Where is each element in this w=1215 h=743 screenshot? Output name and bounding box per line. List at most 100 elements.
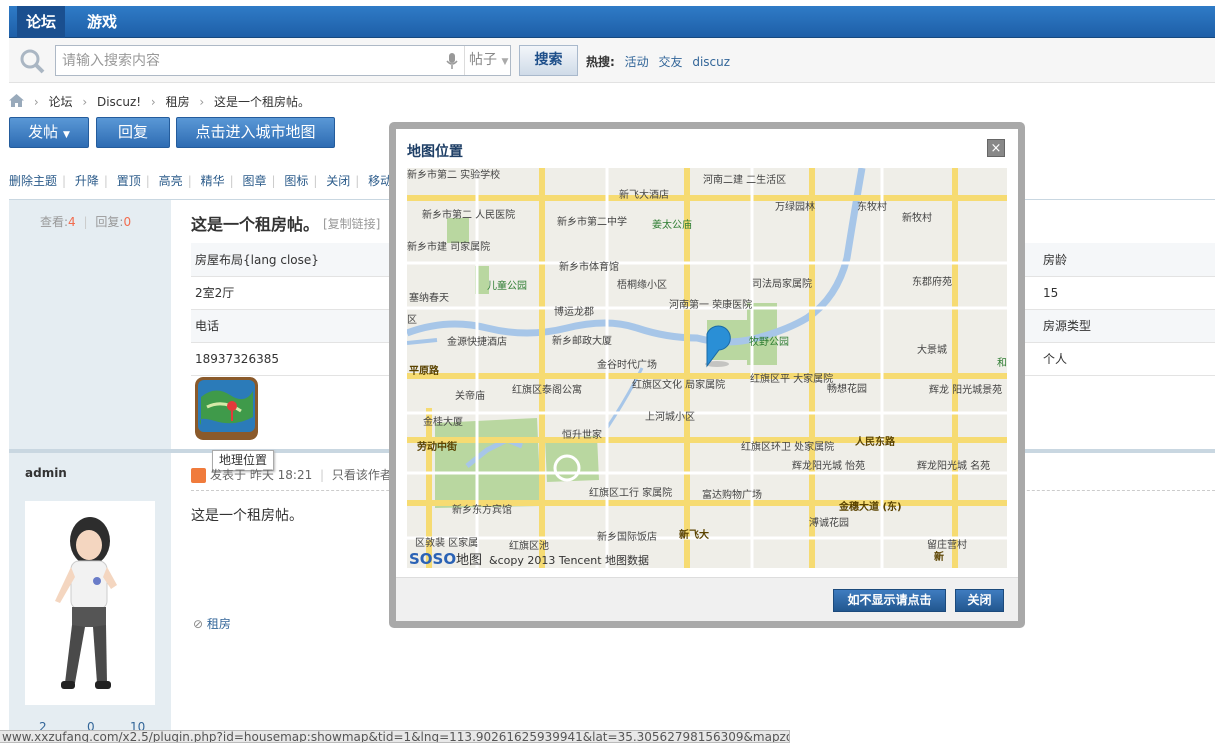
map-label: 新乡市建 司家属院 [407,240,490,253]
microphone-icon[interactable] [445,52,459,70]
map-label: 万绿园林 [775,200,815,213]
thread-stats: 查看:4 | 回复:0 [40,215,132,229]
map-label: 区敦裴 区家属 [415,536,478,549]
mod-stamp[interactable]: 图章 [242,174,266,188]
map-location-icon[interactable] [195,377,258,440]
mod-delete-thread[interactable]: 删除主题 [9,174,57,188]
map-label: 新牧村 [902,211,932,224]
avatar[interactable] [25,501,155,705]
post-author[interactable]: admin [25,466,67,480]
breadcrumb-forum[interactable]: 论坛 [48,93,72,110]
table-cell: 房源类型 [1039,309,1215,343]
map-label: 红旗区环卫 处家属院 [741,440,834,453]
map-label: 红旗区工行 家属院 [589,486,672,499]
views-count: 4 [68,215,76,229]
post-tag[interactable]: ⊘ 租房 [193,615,231,632]
tab-games[interactable]: 游戏 [76,6,128,38]
close-button[interactable]: 关闭 [955,589,1004,612]
replies-count: 0 [123,215,132,229]
map-label: 新乡市第二 人民医院 [422,208,515,221]
map-label: 新乡东方宾馆 [452,503,512,516]
map-label: 区 [407,314,417,326]
map-view[interactable]: 新乡市第二 实验学校 新乡市第二 人民医院 新飞大酒店 河南二建 二生活区 万绿… [407,168,1007,568]
post-time: 发表于 昨天 18:21 [210,468,313,482]
map-label: 红旗区平 大家属院 [750,372,833,385]
breadcrumb-thread[interactable]: 这是一个租房帖。 [214,93,310,110]
tag-label: 租房 [206,617,231,631]
map-label: 姜太公庙 [652,218,692,231]
map-label: 新飞大 [679,528,709,541]
search-button[interactable]: 搜索 [519,45,578,76]
map-label: 人民东路 [855,435,896,448]
home-icon[interactable] [9,93,24,110]
close-icon[interactable]: × [987,139,1005,157]
top-navbar: 论坛 游戏 [9,6,1215,38]
map-label: 新 [934,550,944,563]
search-icon [20,49,45,74]
copy-link[interactable]: [复制链接] [323,215,380,232]
mod-highlight[interactable]: 高亮 [159,174,183,188]
show-map-button[interactable]: 如不显示请点击 [833,589,946,612]
map-label: 和 [997,357,1007,369]
map-label: 东郡府苑 [912,275,952,288]
author-only-link[interactable]: 只看该作者 [332,468,392,482]
map-label: 东牧村 [857,200,887,213]
map-label: 辉龙阳光城 怡苑 [792,459,865,472]
map-label: 劳动中街 [417,440,457,453]
search-type-select[interactable]: 帖子 ▼ [464,46,510,75]
map-label: 溥诚花园 [809,516,849,529]
breadcrumb-discuz[interactable]: Discuz! [97,95,141,109]
map-label: 河南二建 二生活区 [703,173,786,186]
map-label: 红旗区池 [509,539,549,552]
dialog-footer: 如不显示请点击 关闭 [396,577,1018,621]
chevron-down-icon: ▼ [501,57,509,67]
search-box: 帖子 ▼ [55,45,511,76]
map-label: 新乡国际饭店 [597,530,657,543]
chevron-right-icon: › [199,94,205,109]
map-label: 畅想花园 [827,382,867,395]
moderation-bar: 删除主题| 升降| 置顶| 高亮| 精华| 图章| 图标| 关闭| 移动| 分 [9,172,422,190]
map-label: 新乡市第二 实验学校 [407,168,500,181]
table-cell: 房龄 [1039,243,1215,277]
tag-icon: ⊘ [193,617,204,631]
map-label: 大景城 [917,343,947,356]
hot-link-activity[interactable]: 活动 [625,55,649,69]
mod-close[interactable]: 关闭 [326,174,350,188]
hot-link-discuz[interactable]: discuz [692,55,730,69]
replies-label: 回复: [95,215,124,229]
dialog-title: 地图位置 [407,144,463,160]
map-label: 新乡市第二中学 [557,215,627,228]
search-bar: 帖子 ▼ 搜索 热搜: 活动 交友 discuz [9,38,1215,83]
map-label: 富达购物广场 [702,488,762,501]
map-label: 上河城小区 [645,411,695,423]
dialog-body: 地图位置 × 新乡市第二 实验学校 新乡市第二 人民医院 新飞大酒店 河南二建 … [396,129,1018,621]
map-label: 塞纳春天 [409,291,449,304]
caret-down-icon: ▼ [62,130,70,140]
map-label: 新飞大酒店 [619,188,669,201]
map-label: 金源快捷酒店 [447,335,507,348]
mod-digest[interactable]: 精华 [201,174,225,188]
map-canvas[interactable]: 新乡市第二 实验学校 新乡市第二 人民医院 新飞大酒店 河南二建 二生活区 万绿… [407,168,1007,568]
map-label: 红旗区文化 局家属院 [632,378,725,391]
map-label: 关帝庙 [455,389,485,402]
city-map-button[interactable]: 点击进入城市地图 [176,117,335,148]
new-post-button[interactable]: 发帖 ▼ [9,117,89,148]
hot-link-dating[interactable]: 交友 [658,55,682,69]
mod-sticky[interactable]: 置顶 [117,174,141,188]
post-meta: 发表于 昨天 18:21 | 只看该作者 [191,466,392,483]
mod-bump[interactable]: 升降 [75,174,99,188]
table-cell: 个人 [1039,342,1215,376]
map-label: 牧野公园 [749,335,789,348]
map-label: 梧桐缘小区 [617,278,667,291]
search-input[interactable] [56,46,441,75]
chevron-right-icon: › [82,94,88,109]
chevron-right-icon: › [150,94,156,109]
breadcrumb-rent[interactable]: 租房 [166,93,190,110]
mod-icon[interactable]: 图标 [284,174,308,188]
map-brand-logo: SOSO [409,550,456,568]
map-label: 金谷时代广场 [597,358,657,371]
new-post-label: 发帖 [28,123,59,141]
reply-button[interactable]: 回复 [96,117,170,148]
tab-forum[interactable]: 论坛 [17,6,65,38]
hot-search-label: 热搜: [586,55,615,69]
